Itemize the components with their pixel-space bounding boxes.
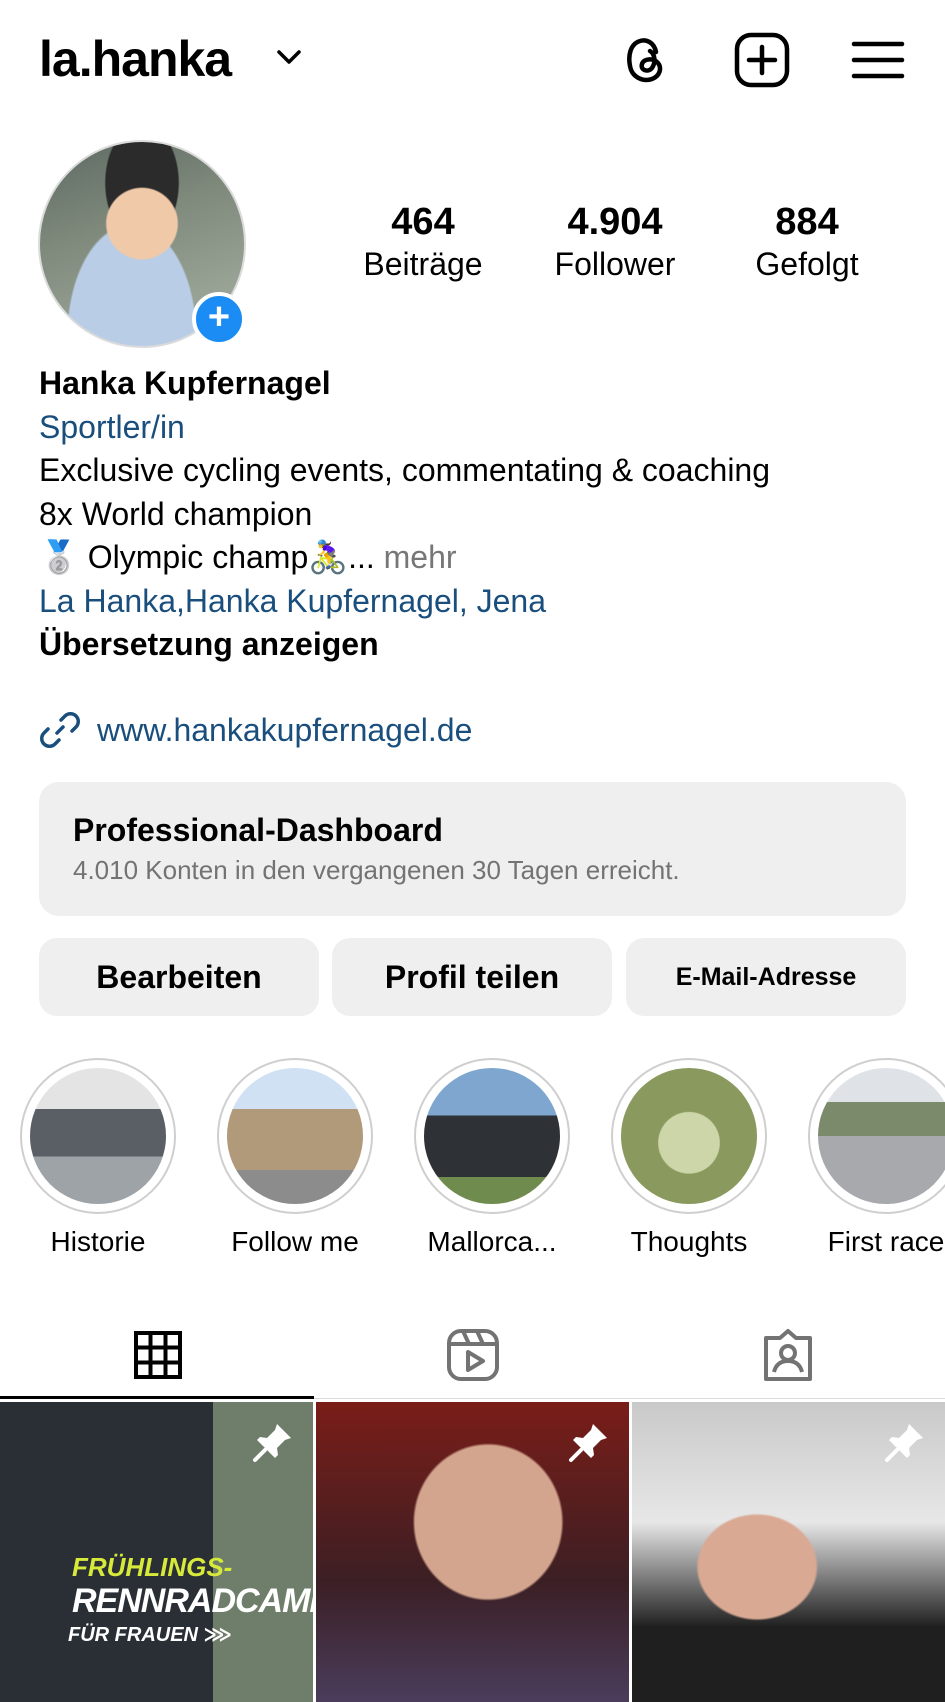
highlight-follow-me[interactable]: Follow me bbox=[217, 1058, 373, 1258]
bio-line-3: 🥈 Olympic champ🚴‍♀️... mehr bbox=[39, 536, 919, 580]
grid-icon bbox=[133, 1331, 182, 1379]
profile-tabs bbox=[0, 1310, 945, 1400]
stat-followers[interactable]: 4.904 Follower bbox=[530, 200, 700, 284]
post-thumbnail[interactable] bbox=[632, 1402, 945, 1702]
stat-posts[interactable]: 464 Beiträge bbox=[338, 200, 508, 284]
tab-tagged[interactable] bbox=[630, 1310, 945, 1400]
chevron-down-icon[interactable] bbox=[274, 46, 304, 70]
dashboard-subtitle: 4.010 Konten in den vergangenen 30 Tagen… bbox=[73, 855, 680, 885]
highlight-historie[interactable]: Historie bbox=[20, 1058, 176, 1258]
menu-icon[interactable] bbox=[848, 30, 908, 90]
bio: Hanka Kupfernagel Sportler/in Exclusive … bbox=[39, 362, 919, 667]
tab-reels[interactable] bbox=[315, 1310, 630, 1400]
website-row[interactable]: www.hankakupfernagel.de bbox=[39, 706, 472, 754]
stat-followers-count: 4.904 bbox=[567, 201, 663, 243]
link-icon bbox=[40, 712, 80, 748]
location-link[interactable]: La Hanka,Hanka Kupfernagel, Jena bbox=[39, 580, 919, 624]
highlight-label: Historie bbox=[50, 1226, 146, 1257]
highlight-ring bbox=[217, 1058, 373, 1214]
display-name: Hanka Kupfernagel bbox=[39, 365, 331, 401]
highlight-ring bbox=[20, 1058, 176, 1214]
post-thumbnail[interactable]: FRÜHLINGS- RENNRADCAMP FÜR FRAUEN ⋙ bbox=[0, 1402, 313, 1702]
stat-following-count: 884 bbox=[775, 201, 839, 243]
bio-line-2: 8x World champion bbox=[39, 495, 313, 532]
highlight-first-race[interactable]: First race bbox=[808, 1058, 945, 1258]
professional-dashboard[interactable]: Professional-Dashboard 4.010 Konten in d… bbox=[39, 782, 906, 916]
highlight-label: Thoughts bbox=[630, 1226, 748, 1257]
highlight-image bbox=[818, 1068, 945, 1204]
category-label: Sportler/in bbox=[39, 408, 185, 445]
share-profile-button[interactable]: Profil teilen bbox=[332, 938, 612, 1016]
active-tab-indicator bbox=[0, 1396, 314, 1399]
pin-icon bbox=[885, 1424, 923, 1462]
reels-icon bbox=[446, 1329, 499, 1381]
highlight-label: Follow me bbox=[231, 1226, 359, 1257]
tagged-icon bbox=[763, 1329, 812, 1381]
highlight-image bbox=[227, 1068, 363, 1204]
highlight-image bbox=[424, 1068, 560, 1204]
add-post-icon[interactable] bbox=[732, 30, 792, 90]
highlight-image bbox=[621, 1068, 757, 1204]
profile-header: la.hanka bbox=[0, 0, 945, 120]
bio-line-1: Exclusive cycling events, commentating &… bbox=[39, 452, 771, 488]
highlight-ring bbox=[611, 1058, 767, 1214]
tab-grid[interactable] bbox=[0, 1310, 315, 1400]
highlight-image bbox=[30, 1068, 166, 1204]
post-thumbnail[interactable] bbox=[316, 1402, 629, 1702]
pin-icon bbox=[569, 1424, 607, 1462]
highlight-ring bbox=[414, 1058, 570, 1214]
post-grid: FRÜHLINGS- RENNRADCAMP FÜR FRAUEN ⋙ bbox=[0, 1402, 945, 1702]
bio-line-3-text: 🥈 Olympic champ🚴‍♀️... bbox=[39, 539, 375, 575]
translate-link[interactable]: Übersetzung anzeigen bbox=[39, 623, 919, 667]
post-text-1: FRÜHLINGS- bbox=[72, 1552, 233, 1582]
dashboard-title: Professional-Dashboard bbox=[73, 812, 443, 848]
more-link[interactable]: mehr bbox=[384, 539, 457, 575]
pin-icon bbox=[253, 1424, 291, 1462]
stat-posts-count: 464 bbox=[391, 201, 455, 243]
post-text-2: RENNRADCAMP bbox=[72, 1582, 313, 1620]
highlight-mallorca[interactable]: Mallorca... bbox=[414, 1058, 570, 1258]
highlight-label: First race bbox=[827, 1226, 945, 1257]
post-text-3: FÜR FRAUEN ⋙ bbox=[68, 1624, 232, 1646]
highlight-ring bbox=[808, 1058, 945, 1214]
username[interactable]: la.hanka bbox=[39, 30, 232, 88]
highlight-thoughts[interactable]: Thoughts bbox=[611, 1058, 767, 1258]
stat-following-label: Gefolgt bbox=[755, 246, 859, 282]
highlight-label: Mallorca... bbox=[427, 1226, 557, 1257]
email-button[interactable]: E-Mail-Adresse bbox=[626, 938, 906, 1016]
edit-profile-button[interactable]: Bearbeiten bbox=[39, 938, 319, 1016]
stat-following[interactable]: 884 Gefolgt bbox=[722, 200, 892, 284]
threads-icon[interactable] bbox=[616, 30, 676, 90]
website-link[interactable]: www.hankakupfernagel.de bbox=[97, 712, 472, 749]
stat-followers-label: Follower bbox=[554, 246, 676, 282]
add-story-button[interactable]: + bbox=[192, 292, 246, 346]
stat-posts-label: Beiträge bbox=[363, 246, 483, 282]
